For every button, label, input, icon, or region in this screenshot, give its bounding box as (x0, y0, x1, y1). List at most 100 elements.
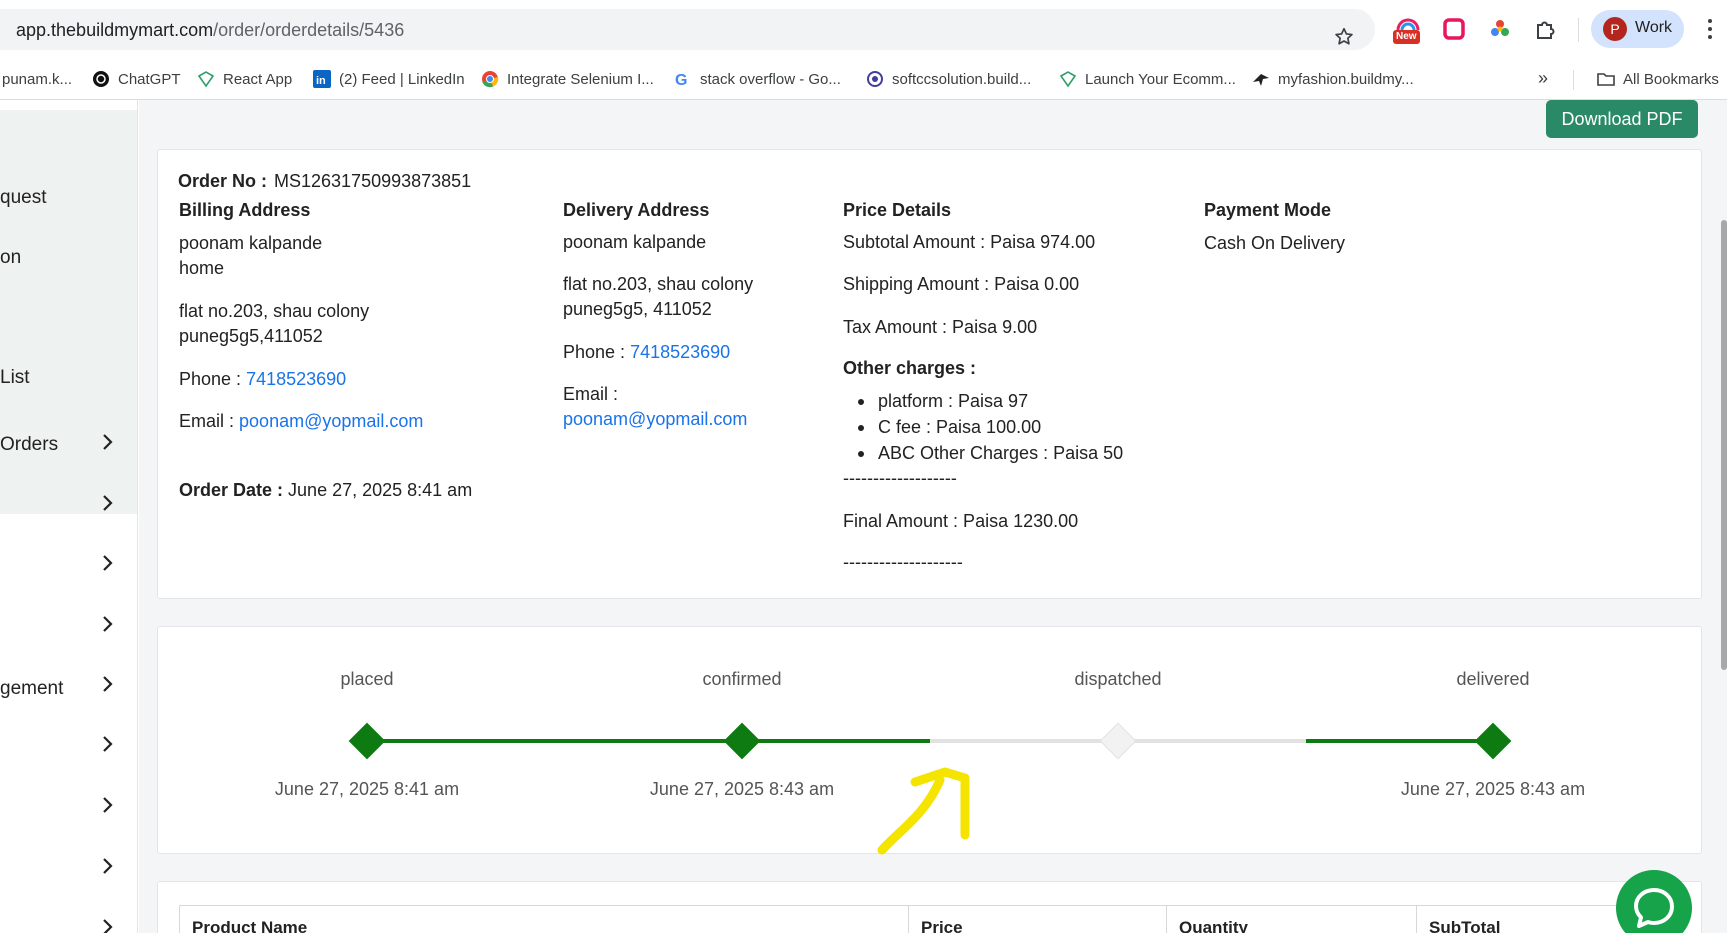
sidebar-item[interactable]: gement (0, 678, 63, 700)
other-charge-item: platform : Paisa 97 (878, 391, 1029, 411)
delivery-phone: Phone : 7418523690 (563, 342, 731, 362)
price-divider: ------------------- (843, 468, 957, 488)
stage-label: placed (340, 669, 394, 689)
sidebar-item[interactable]: on (0, 247, 21, 269)
extension-badge: New (1393, 30, 1420, 44)
delivery-phone-link[interactable]: 7418523690 (630, 342, 730, 362)
progress-line (742, 739, 930, 743)
chevron-right-icon[interactable] (101, 674, 115, 694)
avatar: P (1603, 17, 1627, 41)
page-scrollbar[interactable] (1721, 220, 1727, 670)
menu-kebab-icon[interactable] (1705, 18, 1715, 40)
billing-email-link[interactable]: poonam@yopmail.com (239, 411, 423, 431)
svg-text:G: G (675, 72, 687, 88)
react-icon (197, 71, 215, 88)
download-pdf-button[interactable]: Download PDF (1546, 100, 1698, 138)
column-header: Product Name (180, 906, 909, 933)
bookmark-item[interactable]: Integrate Selenium I... (481, 67, 654, 91)
extension-red-icon[interactable] (1441, 16, 1467, 42)
bookmark-item[interactable]: in (2) Feed | LinkedIn (313, 67, 465, 91)
payment-mode: Cash On Delivery (1204, 233, 1346, 253)
delivery-heading: Delivery Address (563, 200, 710, 220)
bookmark-star-icon[interactable] (1333, 26, 1355, 48)
progress-line (930, 739, 1118, 743)
all-bookmarks[interactable]: All Bookmarks (1597, 67, 1719, 91)
bullet (858, 399, 864, 405)
bookmark-item[interactable]: softccsolution.build... (866, 67, 1031, 91)
toolbar-divider (1578, 18, 1579, 42)
folder-icon (1597, 73, 1615, 86)
column-header: Price (909, 906, 1167, 933)
billing-email: Email : poonam@yopmail.com (179, 411, 424, 431)
address-bar[interactable]: app.thebuildmymart.com/order/orderdetail… (0, 9, 1375, 50)
chevron-right-icon[interactable] (101, 734, 115, 754)
sidebar-item[interactable]: List (0, 367, 30, 389)
delivery-email-link[interactable]: poonam@yopmail.com (563, 409, 747, 430)
bookmarks-divider (1573, 70, 1574, 90)
stage-date: June 27, 2025 8:41 am (274, 779, 460, 799)
stage-marker (1099, 722, 1137, 760)
chatgpt-icon (93, 71, 109, 87)
order-no-label: Order No : (178, 171, 268, 191)
bookmark-item[interactable]: Launch Your Ecomm... (1059, 67, 1236, 91)
extension-new-icon[interactable]: New (1393, 16, 1421, 44)
billing-phone: Phone : 7418523690 (179, 369, 347, 389)
bookmark-item[interactable]: React App (197, 67, 292, 91)
linkedin-icon: in (313, 70, 331, 88)
chrome-icon (482, 71, 499, 88)
other-charge-item: C fee : Paisa 100.00 (878, 417, 1042, 437)
chevron-right-icon[interactable] (101, 432, 115, 452)
price-shipping: Shipping Amount : Paisa 0.00 (843, 274, 1080, 294)
chevron-right-icon[interactable] (101, 795, 115, 815)
billing-heading: Billing Address (179, 200, 311, 220)
billing-phone-link[interactable]: 7418523690 (246, 369, 346, 389)
chevron-right-icon[interactable] (101, 614, 115, 634)
address-url: app.thebuildmymart.com/order/orderdetail… (16, 20, 405, 40)
delivery-line2: puneg5g5, 411052 (563, 299, 712, 319)
site-icon (1253, 74, 1269, 86)
svg-text:in: in (316, 75, 326, 87)
profile-name: Work (1635, 19, 1673, 36)
google-icon: G (675, 72, 687, 88)
bookmark-item[interactable]: Gstack overflow - Go... (674, 67, 841, 91)
price-subtotal: Subtotal Amount : Paisa 974.00 (843, 232, 1096, 252)
chevron-right-icon[interactable] (101, 493, 115, 513)
sidebar-item-orders[interactable]: Orders (0, 434, 58, 456)
sidebar-item[interactable]: quest (0, 187, 46, 209)
bookmark-item[interactable]: myfashion.buildmy... (1252, 67, 1414, 91)
bullet (858, 425, 864, 431)
chat-button[interactable] (1616, 870, 1692, 933)
delivery-line1: flat no.203, shau colony (563, 274, 754, 294)
billing-line1: flat no.203, shau colony (179, 301, 370, 321)
billing-type: home (179, 258, 225, 278)
progress-line (1118, 739, 1306, 743)
stage-label: confirmed (702, 669, 782, 689)
column-header: Quantity (1167, 906, 1417, 933)
bookmarks-overflow-icon[interactable]: » (1538, 68, 1548, 89)
price-final: Final Amount : Paisa 1230.00 (843, 511, 1079, 531)
stage-date: June 27, 2025 8:43 am (649, 779, 835, 799)
extensions-puzzle-icon[interactable] (1533, 16, 1559, 42)
stage-marker (723, 722, 761, 760)
billing-name: poonam kalpande (179, 233, 323, 253)
other-charges-heading: Other charges : (843, 358, 977, 378)
bookmark-item[interactable]: ChatGPT (92, 67, 181, 91)
delivery-name: poonam kalpande (563, 232, 707, 252)
product-table-card: Product Name Price Quantity SubTotal (157, 881, 1702, 933)
bookmark-item[interactable]: punam.k... (2, 67, 72, 91)
profile-button[interactable]: P Work (1591, 10, 1684, 48)
extension-color-icon[interactable] (1487, 16, 1513, 42)
sidebar: quest on List Orders gement (0, 100, 138, 933)
bullet (858, 451, 864, 457)
chevron-right-icon[interactable] (101, 917, 115, 933)
chat-bubble-icon (1634, 888, 1674, 928)
stage-date: June 27, 2025 8:43 am (1400, 779, 1586, 799)
chevron-right-icon[interactable] (101, 856, 115, 876)
stage-label: delivered (1456, 669, 1530, 689)
billing-line2: puneg5g5,411052 (179, 326, 323, 346)
order-date: Order Date : June 27, 2025 8:41 am (179, 480, 473, 500)
stage-marker (348, 722, 386, 760)
table-header: Product Name Price Quantity SubTotal (179, 905, 1669, 933)
stage-label: dispatched (1074, 669, 1162, 689)
chevron-right-icon[interactable] (101, 553, 115, 573)
